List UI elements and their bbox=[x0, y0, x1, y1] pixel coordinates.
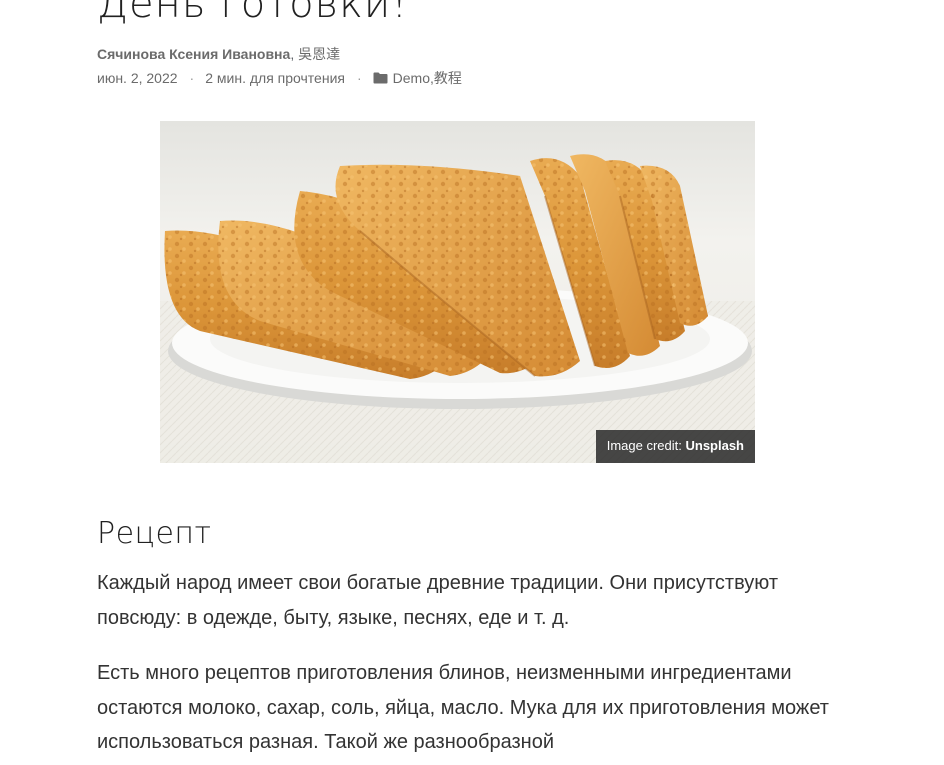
image-credit: Image credit: Unsplash bbox=[595, 430, 755, 463]
reading-time: 2 мин. для прочтения bbox=[205, 70, 345, 86]
author-link-primary[interactable]: Сячинова Ксения Ивановна bbox=[97, 46, 290, 62]
pancakes-photo bbox=[160, 121, 755, 463]
article-paragraph: Есть много рецептов приготовления блинов… bbox=[97, 662, 829, 753]
section-heading-recipe: Рецепт bbox=[97, 516, 212, 551]
author-link-secondary[interactable]: 吳恩達 bbox=[298, 46, 340, 62]
category-link-tutorial[interactable]: 教程 bbox=[434, 69, 462, 87]
post-date: июн. 2, 2022 bbox=[97, 70, 178, 86]
article-paragraph: Каждый народ имеет свои богатые древние … bbox=[97, 572, 778, 629]
meta-separator-dot: · bbox=[356, 70, 362, 86]
category-link-demo[interactable]: Demo bbox=[393, 69, 430, 87]
author-separator: , bbox=[290, 46, 299, 62]
featured-image: Image credit: Unsplash bbox=[160, 121, 755, 463]
page-title: День готовки! bbox=[97, 0, 409, 27]
image-credit-prefix: Image credit: bbox=[606, 438, 686, 453]
post-authors: Сячинова Ксения Ивановна, 吳恩達 bbox=[97, 45, 340, 63]
meta-separator-dot: · bbox=[189, 70, 195, 86]
post-meta: июн. 2, 2022 · 2 мин. для прочтения · De… bbox=[97, 69, 462, 87]
image-credit-link[interactable]: Unsplash bbox=[685, 438, 744, 453]
folder-icon bbox=[373, 72, 388, 84]
